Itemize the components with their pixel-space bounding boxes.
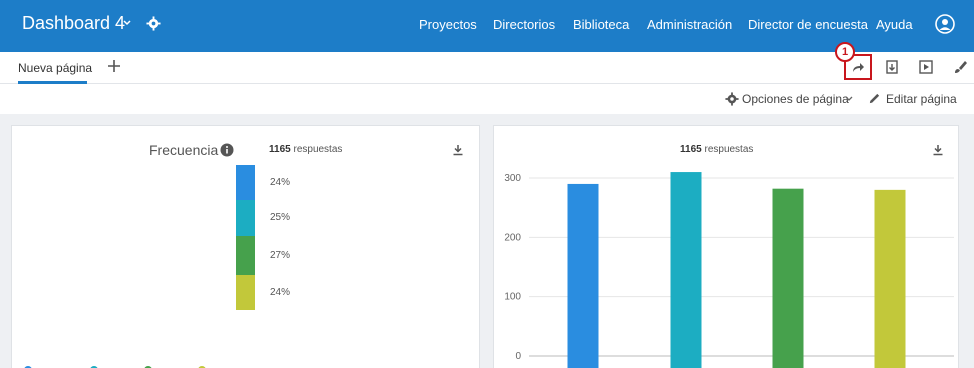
share-icon[interactable] bbox=[850, 59, 866, 75]
brush-icon[interactable] bbox=[952, 59, 968, 75]
page-options-button[interactable]: Opciones de página bbox=[742, 92, 849, 106]
y-tick-label: 100 bbox=[504, 292, 521, 303]
bar-chart-widget: 1165 respuestas 0 100 200 300 bbox=[493, 125, 959, 368]
export-icon[interactable] bbox=[884, 59, 900, 75]
top-navbar: Dashboard 4 Proyectos Directorios Biblio… bbox=[0, 0, 974, 52]
pencil-icon[interactable] bbox=[868, 92, 881, 105]
chevron-down-icon[interactable] bbox=[123, 19, 131, 27]
edit-page-button[interactable]: Editar página bbox=[886, 92, 957, 106]
nav-administracion[interactable]: Administración bbox=[647, 17, 732, 32]
gear-icon[interactable] bbox=[725, 92, 739, 106]
nav-directorios[interactable]: Directorios bbox=[493, 17, 555, 32]
widget-title: Frecuencia bbox=[149, 142, 219, 158]
stack-segment[interactable] bbox=[236, 236, 255, 275]
bar[interactable] bbox=[772, 188, 804, 368]
segment-percent-label: 27% bbox=[270, 249, 291, 261]
bar[interactable] bbox=[567, 183, 599, 368]
y-tick-label: 300 bbox=[504, 173, 521, 184]
add-page-icon[interactable] bbox=[107, 59, 121, 73]
nav-director-encuesta[interactable]: Director de encuesta bbox=[748, 17, 868, 32]
segment-percent-label: 24% bbox=[270, 176, 291, 188]
info-icon[interactable] bbox=[220, 143, 234, 157]
nav-ayuda[interactable]: Ayuda bbox=[876, 17, 913, 32]
page-tab-bar: Nueva página 1 bbox=[0, 42, 974, 84]
user-avatar-icon[interactable] bbox=[935, 14, 955, 34]
dashboard-title[interactable]: Dashboard 4 bbox=[22, 13, 125, 34]
tab-nueva-pagina[interactable]: Nueva página bbox=[18, 61, 92, 75]
stack-segment[interactable] bbox=[236, 275, 255, 310]
segment-percent-label: 25% bbox=[270, 212, 291, 223]
segment-percent-label: 24% bbox=[270, 286, 291, 298]
y-tick-label: 0 bbox=[515, 351, 521, 362]
frequency-widget: Frecuencia 1165 respuestas 24% 25% 27% 24% bbox=[11, 125, 480, 368]
bar-chart: 0 100 200 300 bbox=[504, 172, 954, 368]
bar[interactable] bbox=[670, 172, 702, 368]
responses-count-text: 1165 respuestas bbox=[269, 144, 343, 155]
chevron-down-icon[interactable] bbox=[845, 96, 853, 102]
nav-biblioteca[interactable]: Biblioteca bbox=[573, 17, 629, 32]
present-icon[interactable] bbox=[918, 59, 934, 75]
gear-icon[interactable] bbox=[146, 16, 161, 31]
y-tick-label: 200 bbox=[504, 232, 521, 243]
stack-segment[interactable] bbox=[236, 165, 255, 200]
nav-proyectos[interactable]: Proyectos bbox=[419, 17, 477, 32]
download-icon[interactable] bbox=[452, 144, 464, 156]
bar[interactable] bbox=[874, 189, 906, 368]
stack-segment[interactable] bbox=[236, 200, 255, 236]
page-options-bar: Opciones de página Editar página bbox=[0, 84, 974, 114]
